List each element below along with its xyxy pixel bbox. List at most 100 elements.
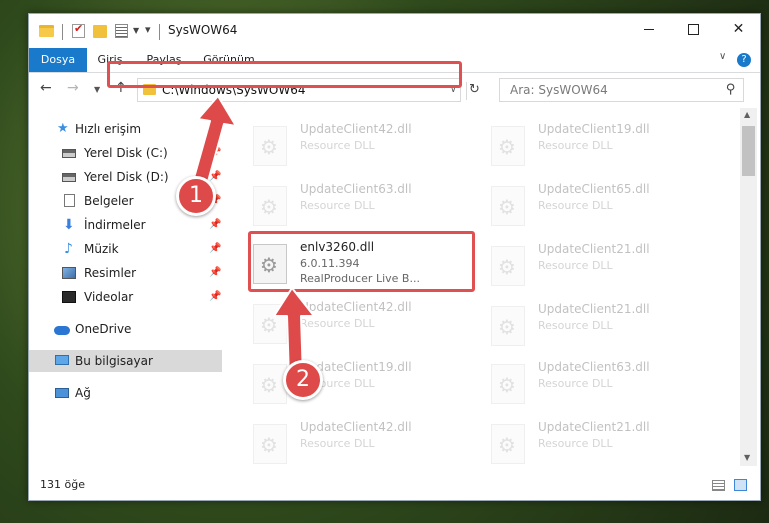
file-name: UpdateClient63.dll [300, 182, 412, 196]
file-highlight-box [248, 231, 475, 292]
dll-file-icon: ⚙ [253, 186, 287, 226]
sidebar-item-network[interactable]: Ağ [29, 382, 222, 404]
scroll-down-icon[interactable]: ▼ [744, 453, 750, 462]
music-icon: ♪ [64, 241, 73, 257]
sidebar-item-onedrive[interactable]: OneDrive [29, 318, 222, 340]
file-type: Resource DLL [538, 139, 613, 152]
file-type: Resource DLL [538, 259, 613, 272]
gear-icon: ⚙ [260, 135, 278, 159]
file-item[interactable]: ⚙ UpdateClient65.dll Resource DLL [491, 180, 706, 230]
file-type: Resource DLL [300, 199, 375, 212]
cloud-icon [54, 326, 70, 335]
sidebar-item-pictures[interactable]: Resimler 📌 [29, 262, 222, 284]
file-item[interactable]: ⚙ UpdateClient21.dll Resource DLL [491, 300, 706, 350]
expand-ribbon-icon[interactable]: ∨ [719, 51, 726, 62]
details-view-icon[interactable] [712, 480, 725, 491]
dll-file-icon: ⚙ [491, 186, 525, 226]
title-divider [159, 24, 160, 40]
pin-icon[interactable]: 📌 [209, 238, 221, 260]
gear-icon: ⚙ [498, 433, 516, 457]
minimize-button[interactable] [626, 14, 671, 44]
dll-file-icon: ⚙ [491, 424, 525, 464]
help-icon[interactable]: ? [737, 53, 751, 67]
download-icon: ⬇ [63, 217, 75, 233]
dll-file-icon: ⚙ [253, 126, 287, 166]
file-type: Resource DLL [300, 437, 375, 450]
dll-file-icon: ⚙ [491, 306, 525, 346]
file-type: Resource DLL [300, 139, 375, 152]
vertical-scrollbar[interactable]: ▲ ▼ [740, 108, 757, 466]
sidebar-item-label: Bu bilgisayar [75, 354, 153, 368]
maximize-button[interactable] [671, 14, 716, 44]
properties-check-icon[interactable] [72, 22, 85, 38]
sidebar-item-music[interactable]: ♪ Müzik 📌 [29, 238, 222, 260]
pin-icon[interactable]: 📌 [209, 262, 221, 284]
file-type: Resource DLL [538, 437, 613, 450]
file-item[interactable]: ⚙ UpdateClient21.dll Resource DLL [491, 418, 706, 466]
tab-file[interactable]: Dosya [29, 48, 87, 72]
step-2-badge: 2 [283, 360, 323, 400]
document-icon [64, 194, 75, 207]
gear-icon: ⚙ [260, 433, 278, 457]
pin-icon[interactable]: 📌 [209, 286, 221, 308]
file-item[interactable]: ⚙ UpdateClient42.dll Resource DLL [253, 418, 468, 466]
sidebar-item-label: OneDrive [75, 322, 132, 336]
dll-file-icon: ⚙ [491, 126, 525, 166]
search-box[interactable]: Ara: SysWOW64 ⚲ [499, 78, 744, 102]
pin-icon[interactable]: 📌 [209, 214, 221, 236]
pictures-icon [62, 267, 76, 279]
customize-toolbar-icon[interactable]: ▾ [145, 23, 151, 36]
forward-arrow-icon[interactable]: → [67, 80, 79, 96]
file-type: Resource DLL [538, 199, 613, 212]
sidebar-item-label: Yerel Disk (D:) [84, 170, 169, 184]
file-item[interactable]: ⚙ UpdateClient42.dll Resource DLL [253, 120, 468, 170]
file-name: UpdateClient21.dll [538, 242, 650, 256]
file-name: UpdateClient42.dll [300, 420, 412, 434]
scroll-up-icon[interactable]: ▲ [744, 110, 750, 119]
dll-file-icon: ⚙ [491, 364, 525, 404]
file-item[interactable]: ⚙ UpdateClient19.dll Resource DLL [491, 120, 706, 170]
file-item[interactable]: ⚙ UpdateClient63.dll Resource DLL [253, 180, 468, 230]
file-item[interactable]: ⚙ UpdateClient63.dll Resource DLL [491, 358, 706, 408]
gear-icon: ⚙ [498, 315, 516, 339]
address-divider [466, 82, 467, 100]
gear-icon: ⚙ [498, 135, 516, 159]
file-name: UpdateClient65.dll [538, 182, 650, 196]
file-name: UpdateClient42.dll [300, 122, 412, 136]
chevron-down-icon[interactable]: ▼ [133, 26, 139, 35]
window-title: SysWOW64 [168, 23, 238, 37]
scrollbar-thumb[interactable] [742, 126, 755, 176]
file-name: UpdateClient21.dll [538, 302, 650, 316]
file-item[interactable]: ⚙ UpdateClient21.dll Resource DLL [491, 240, 706, 290]
file-name: UpdateClient19.dll [538, 122, 650, 136]
drive-icon [62, 173, 76, 182]
sidebar-item-downloads[interactable]: ⬇ İndirmeler 📌 [29, 214, 222, 236]
close-icon: ✕ [732, 21, 745, 37]
recent-locations-icon[interactable]: ▼ [94, 85, 100, 94]
new-folder-icon[interactable] [93, 25, 107, 38]
search-input[interactable]: Ara: SysWOW64 [510, 83, 608, 97]
large-icons-view-icon[interactable] [734, 479, 747, 491]
network-icon [55, 388, 69, 398]
address-highlight-box [107, 61, 462, 88]
sidebar-item-label: Belgeler [84, 194, 134, 208]
video-icon [62, 291, 76, 303]
close-button[interactable]: ✕ [716, 14, 761, 44]
star-icon: ★ [57, 121, 69, 136]
gear-icon: ⚙ [498, 373, 516, 397]
status-bar: 131 öğe [29, 468, 760, 500]
search-icon[interactable]: ⚲ [726, 82, 736, 97]
file-type: Resource DLL [538, 319, 613, 332]
properties-icon[interactable] [115, 24, 128, 38]
dll-file-icon: ⚙ [253, 424, 287, 464]
sidebar-item-label: İndirmeler [84, 218, 146, 232]
sidebar-item-label: Hızlı erişim [75, 122, 142, 136]
minimize-icon [643, 28, 654, 30]
back-arrow-icon[interactable]: ← [40, 80, 52, 96]
sidebar-item-label: Yerel Disk (C:) [84, 146, 168, 160]
maximize-icon [688, 23, 699, 35]
sidebar-item-this-pc[interactable]: Bu bilgisayar [29, 350, 222, 372]
refresh-icon[interactable]: ↻ [469, 82, 480, 97]
sidebar-item-videos[interactable]: Videolar 📌 [29, 286, 222, 308]
sidebar-item-label: Resimler [84, 266, 137, 280]
